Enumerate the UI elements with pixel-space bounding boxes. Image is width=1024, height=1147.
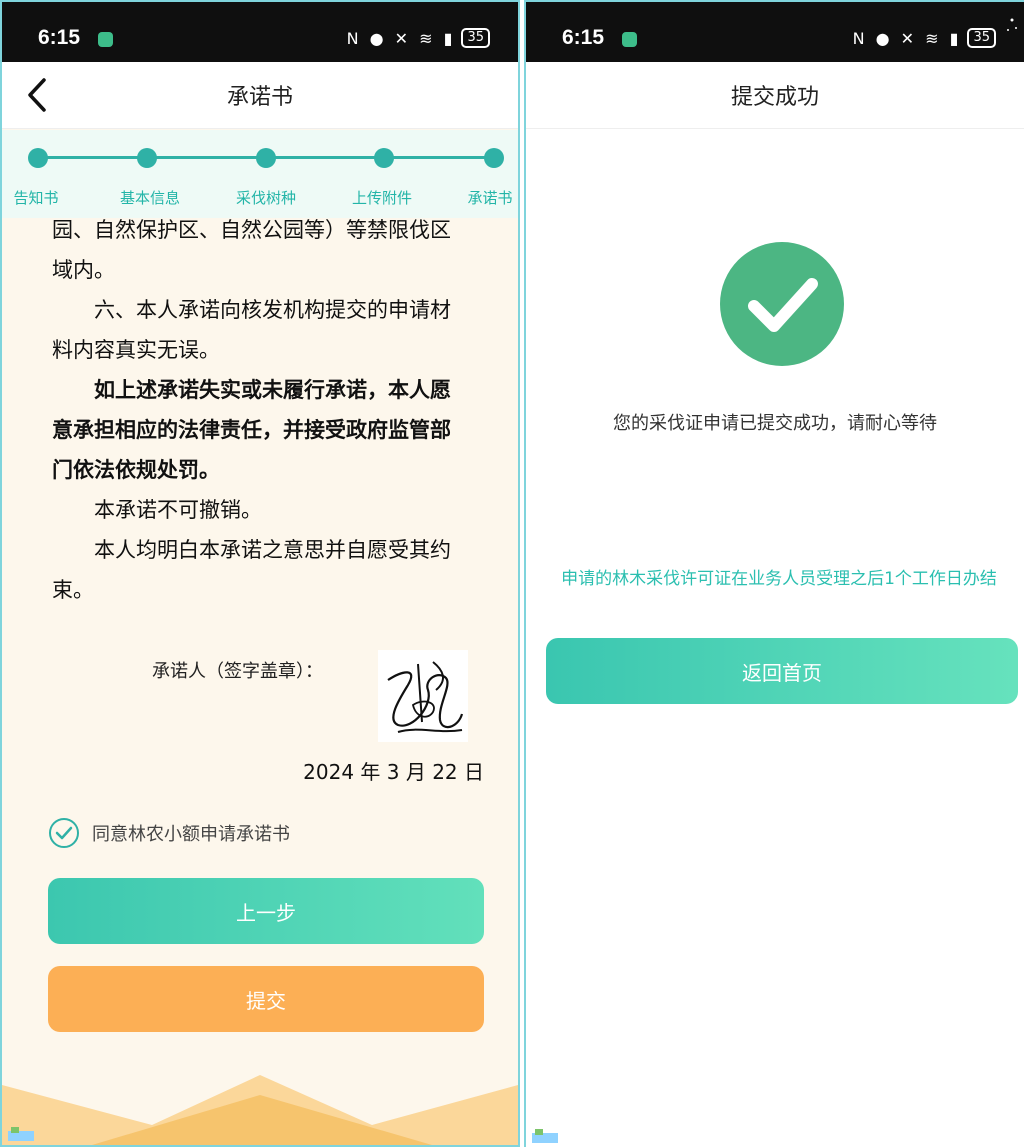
- step-dot-5: [484, 148, 504, 168]
- bottom-decoration: [2, 1075, 518, 1145]
- app-notification-icon-right: [622, 32, 637, 47]
- corner-logo-icon-right: [532, 1129, 558, 1143]
- nav-bar: 承诺书: [2, 62, 518, 129]
- status-bar: 6:15 N ● ✕ ≋ ▮ 35: [2, 2, 518, 62]
- step-dot-4: [374, 148, 394, 168]
- commitment-letter: 园、自然保护区、自然公园等）等禁限伐区域内。 六、本人承诺向核发机构提交的申请材…: [52, 210, 470, 610]
- check-circle-icon[interactable]: [48, 817, 80, 849]
- letter-paragraph-3: 如上述承诺失实或未履行承诺，本人愿意承担相应的法律责任，并接受政府监管部门依法依…: [52, 378, 451, 482]
- status-bar-right: 6:15 N ● ✕ ≋ ▮ 35: [526, 2, 1024, 62]
- step-label-3: 采伐树种: [235, 189, 297, 207]
- left-screen: 6:15 N ● ✕ ≋ ▮ 35 承诺书 告知书 基本信息 采伐树种 上传附件…: [0, 0, 520, 1147]
- agree-label: 同意林农小额申请承诺书: [92, 824, 290, 845]
- agree-checkbox-row[interactable]: 同意林农小额申请承诺书: [48, 817, 290, 849]
- submit-button[interactable]: 提交: [48, 966, 484, 1032]
- step-label-2: 基本信息: [119, 189, 181, 207]
- signer-label: 承诺人（签字盖章）：: [152, 661, 323, 682]
- status-time-right: 6:15: [562, 26, 605, 49]
- status-icons: N ● ✕ ≋ ▮ 35: [347, 28, 490, 48]
- step-label-5: 承诺书: [467, 189, 513, 207]
- success-check-icon: [720, 242, 844, 366]
- letter-paragraph-5: 本人均明白本承诺之意思并自愿受其约束。: [52, 538, 451, 602]
- progress-steps: 告知书 基本信息 采伐树种 上传附件 承诺书: [2, 130, 518, 218]
- sparkle-icon: [1007, 18, 1017, 31]
- page-title-right: 提交成功: [730, 85, 819, 110]
- return-home-button[interactable]: 返回首页: [546, 638, 1018, 704]
- status-icons-text: N ● ✕ ≋ ▮: [346, 28, 456, 48]
- processing-notice: 申请的林木采伐许可证在业务人员受理之后1个工作日办结: [561, 569, 997, 589]
- page-title: 承诺书: [226, 85, 293, 110]
- status-icons-text-right: N ● ✕ ≋ ▮: [852, 28, 962, 48]
- letter-paragraph-4: 本承诺不可撤销。: [94, 498, 262, 522]
- corner-logo-icon: [8, 1127, 34, 1141]
- back-chevron-icon[interactable]: [20, 76, 56, 114]
- previous-step-button[interactable]: 上一步: [48, 878, 484, 944]
- status-time: 6:15: [38, 26, 81, 49]
- step-dot-3: [256, 148, 276, 168]
- app-notification-icon: [98, 32, 113, 47]
- step-label-4: 上传附件: [351, 189, 413, 207]
- signer-row: 承诺人（签字盖章）：: [152, 657, 323, 683]
- status-icons-right: N ● ✕ ≋ ▮ 35: [853, 28, 996, 48]
- battery-icon-right: 35: [967, 28, 996, 48]
- step-dot-2: [137, 148, 157, 168]
- letter-paragraph-2: 六、本人承诺向核发机构提交的申请材料内容真实无误。: [52, 298, 451, 362]
- nav-bar-right: 提交成功: [526, 62, 1024, 129]
- success-message: 您的采伐证申请已提交成功，请耐心等待: [613, 413, 937, 434]
- step-dot-1: [28, 148, 48, 168]
- step-label-1: 告知书: [13, 189, 59, 207]
- sign-date: 2024 年 3 月 22 日: [303, 760, 484, 784]
- right-screen: 6:15 N ● ✕ ≋ ▮ 35 提交成功 您的采伐证申请已提交成功，请耐心等…: [524, 0, 1024, 1147]
- signature-image: [378, 650, 468, 742]
- battery-icon: 35: [461, 28, 490, 48]
- letter-paragraph-1: 园、自然保护区、自然公园等）等禁限伐区域内。: [52, 218, 451, 282]
